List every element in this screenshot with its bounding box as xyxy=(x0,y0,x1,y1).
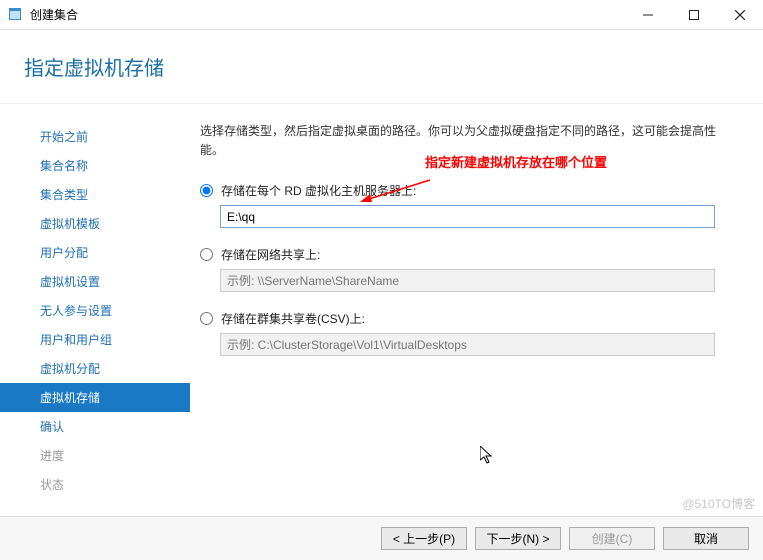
window-title: 创建集合 xyxy=(30,6,78,23)
window-controls xyxy=(625,0,763,29)
sidebar: 开始之前 集合名称 集合类型 虚拟机模板 用户分配 虚拟机设置 无人参与设置 用… xyxy=(0,104,190,520)
sidebar-item-vm-allocation[interactable]: 虚拟机分配 xyxy=(0,354,190,383)
option-csv: 存储在群集共享卷(CSV)上: xyxy=(200,310,735,327)
option-network-share: 存储在网络共享上: xyxy=(200,246,735,263)
sidebar-item-unattended[interactable]: 无人参与设置 xyxy=(0,296,190,325)
sidebar-item-confirm[interactable]: 确认 xyxy=(0,412,190,441)
sidebar-item-before-start[interactable]: 开始之前 xyxy=(0,122,190,151)
minimize-button[interactable] xyxy=(625,0,671,29)
description-text: 选择存储类型，然后指定虚拟桌面的路径。你可以为父虚拟硬盘指定不同的路径，这可能会… xyxy=(200,122,735,160)
radio-network-share[interactable] xyxy=(200,248,213,261)
header: 指定虚拟机存储 xyxy=(0,30,763,103)
page-title: 指定虚拟机存储 xyxy=(24,52,739,81)
sidebar-item-vm-template[interactable]: 虚拟机模板 xyxy=(0,209,190,238)
sidebar-item-collection-type[interactable]: 集合类型 xyxy=(0,180,190,209)
prev-button[interactable]: < 上一步(P) xyxy=(381,527,467,550)
sidebar-item-users-groups[interactable]: 用户和用户组 xyxy=(0,325,190,354)
sidebar-item-vm-settings[interactable]: 虚拟机设置 xyxy=(0,267,190,296)
main-panel: 选择存储类型，然后指定虚拟桌面的路径。你可以为父虚拟硬盘指定不同的路径，这可能会… xyxy=(190,104,763,520)
footer: < 上一步(P) 下一步(N) > 创建(C) 取消 xyxy=(0,516,763,560)
sidebar-item-status: 状态 xyxy=(0,470,190,499)
watermark-text: @510TO博客 xyxy=(682,495,755,512)
next-button[interactable]: 下一步(N) > xyxy=(475,527,561,550)
input-network-share-path xyxy=(220,269,715,292)
close-button[interactable] xyxy=(717,0,763,29)
create-button: 创建(C) xyxy=(569,527,655,550)
content: 开始之前 集合名称 集合类型 虚拟机模板 用户分配 虚拟机设置 无人参与设置 用… xyxy=(0,104,763,520)
sidebar-item-collection-name[interactable]: 集合名称 xyxy=(0,151,190,180)
sidebar-item-vm-storage[interactable]: 虚拟机存储 xyxy=(0,383,190,412)
label-csv: 存储在群集共享卷(CSV)上: xyxy=(221,310,365,327)
cancel-button[interactable]: 取消 xyxy=(663,527,749,550)
label-rd-host: 存储在每个 RD 虚拟化主机服务器上: xyxy=(221,182,416,199)
maximize-button[interactable] xyxy=(671,0,717,29)
label-network-share: 存储在网络共享上: xyxy=(221,246,320,263)
option-rd-host: 存储在每个 RD 虚拟化主机服务器上: xyxy=(200,182,735,199)
input-csv-path xyxy=(220,333,715,356)
sidebar-item-user-assignment[interactable]: 用户分配 xyxy=(0,238,190,267)
radio-csv[interactable] xyxy=(200,312,213,325)
radio-rd-host[interactable] xyxy=(200,184,213,197)
input-rd-host-path[interactable] xyxy=(220,205,715,228)
sidebar-item-progress: 进度 xyxy=(0,441,190,470)
titlebar: 创建集合 xyxy=(0,0,763,30)
app-icon xyxy=(8,7,24,23)
